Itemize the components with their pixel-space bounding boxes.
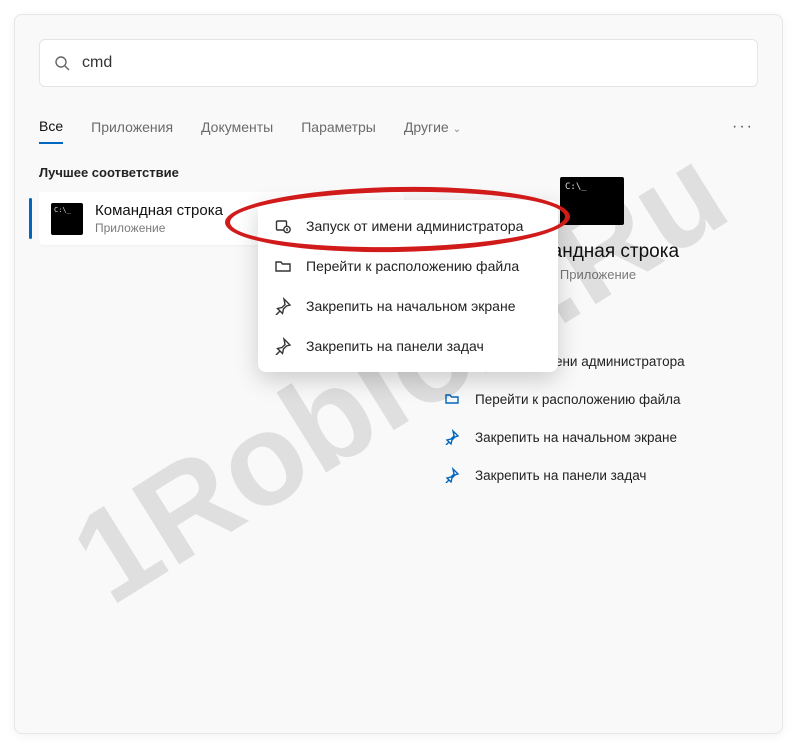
menu-open-location[interactable]: Перейти к расположению файла: [258, 246, 558, 286]
action-pin-start[interactable]: Закрепить на начальном экране: [423, 418, 773, 456]
search-bar[interactable]: [39, 39, 758, 87]
tab-more[interactable]: Другие ⌄: [404, 111, 461, 143]
folder-icon: [443, 390, 461, 408]
menu-run-admin-label: Запуск от имени администратора: [306, 218, 523, 234]
folder-icon: [274, 257, 292, 275]
menu-run-admin[interactable]: Запуск от имени администратора: [258, 206, 558, 246]
action-open-location-label: Перейти к расположению файла: [475, 392, 681, 407]
pin-icon: [274, 337, 292, 355]
tab-more-label: Другие: [404, 119, 449, 135]
action-pin-taskbar-label: Закрепить на панели задач: [475, 468, 646, 483]
menu-pin-taskbar[interactable]: Закрепить на панели задач: [258, 326, 558, 366]
menu-pin-start[interactable]: Закрепить на начальном экране: [258, 286, 558, 326]
best-match-label: Лучшее соответствие: [39, 165, 419, 180]
tab-documents[interactable]: Документы: [201, 111, 273, 143]
search-input[interactable]: [82, 54, 743, 72]
result-subtitle: Приложение: [95, 221, 223, 235]
search-icon: [54, 55, 70, 71]
shield-icon: [274, 217, 292, 235]
pin-icon: [274, 297, 292, 315]
detail-cmd-icon: [560, 177, 624, 225]
search-window: 1RobloX.Ru Все Приложения Документы Пара…: [14, 14, 783, 734]
filter-tabs: Все Приложения Документы Параметры Други…: [15, 107, 782, 147]
pin-icon: [443, 428, 461, 446]
context-menu: Запуск от имени администратора Перейти к…: [258, 200, 558, 372]
pin-icon: [443, 466, 461, 484]
tab-all[interactable]: Все: [39, 110, 63, 144]
cmd-icon: [51, 203, 83, 235]
action-pin-start-label: Закрепить на начальном экране: [475, 430, 677, 445]
menu-pin-start-label: Закрепить на начальном экране: [306, 298, 516, 314]
action-open-location[interactable]: Перейти к расположению файла: [423, 380, 773, 418]
tab-apps[interactable]: Приложения: [91, 111, 173, 143]
result-title: Командная строка: [95, 202, 223, 219]
chevron-down-icon: ⌄: [453, 124, 461, 135]
overflow-button[interactable]: ···: [732, 118, 754, 136]
menu-pin-taskbar-label: Закрепить на панели задач: [306, 338, 484, 354]
action-pin-taskbar[interactable]: Закрепить на панели задач: [423, 456, 773, 494]
menu-open-location-label: Перейти к расположению файла: [306, 258, 519, 274]
tab-settings[interactable]: Параметры: [301, 111, 376, 143]
